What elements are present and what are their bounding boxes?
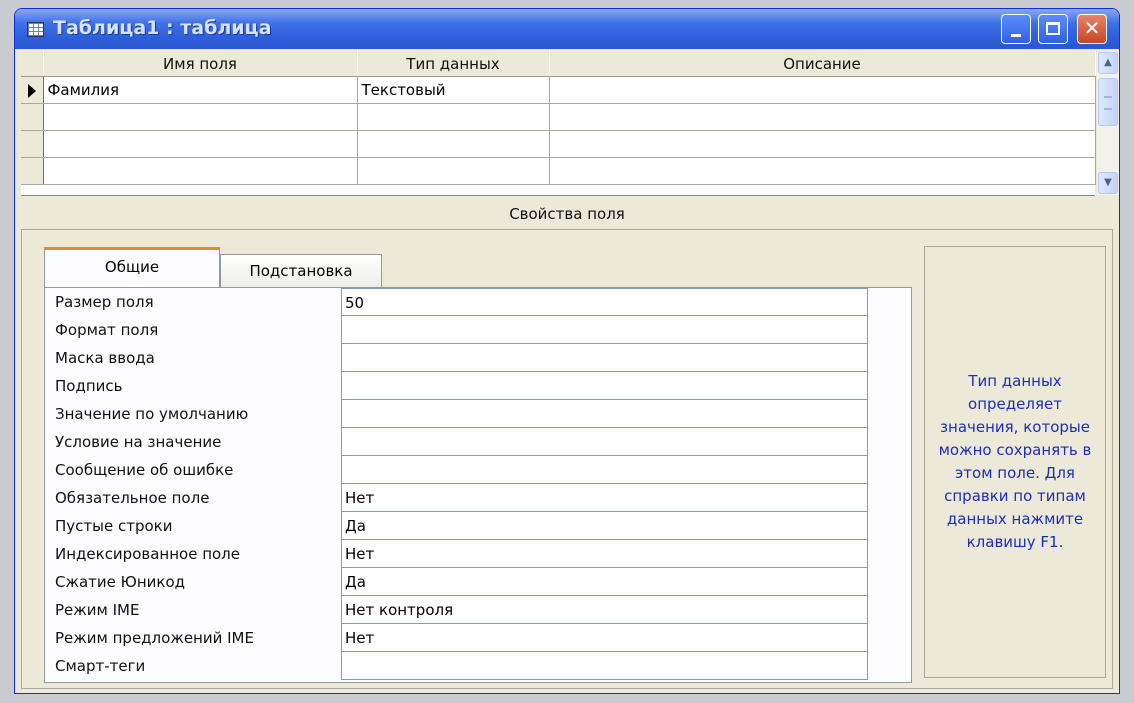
property-value-ime-sentence-mode[interactable]: Нет [341,624,868,652]
property-label: Маска ввода [55,349,155,367]
tab-general[interactable]: Общие [44,247,220,287]
title-bar[interactable]: Таблица1 : таблица ✕ [15,9,1119,49]
column-header-field-name[interactable]: Имя поля [43,51,358,77]
property-label: Формат поля [55,321,159,339]
table-design-window: Таблица1 : таблица ✕ Имя поля Тип данных… [14,8,1120,694]
property-value-smart-tags[interactable] [341,652,868,680]
column-header-description[interactable]: Описание [549,51,1096,77]
property-label: Режим IME [55,601,140,619]
property-value-field-size[interactable]: 50 [341,288,868,316]
property-label: Размер поля [55,293,154,311]
grid-header-row: Имя поля Тип данных Описание [21,51,1096,77]
property-label: Пустые строки [55,517,173,535]
property-label: Сжатие Юникод [55,573,186,591]
close-icon: ✕ [1083,16,1101,40]
grid-vertical-scrollbar[interactable]: ▲ ▼ [1097,51,1119,195]
property-value-allow-zero-length[interactable]: Да [341,512,868,540]
property-label: Обязательное поле [55,489,210,507]
description-cell[interactable] [549,130,1096,158]
grid-corner [21,51,44,77]
property-label: Смарт-теги [55,657,146,675]
chevron-down-icon: ▼ [1104,177,1112,188]
current-row-arrow-icon [27,83,36,98]
scroll-thumb[interactable] [1098,78,1118,126]
help-description-pane: Тип данных определяет значения, которые … [924,246,1106,678]
property-label: Условие на значение [55,433,222,451]
property-label: Сообщение об ошибке [55,461,234,479]
description-cell[interactable] [549,157,1096,185]
table-row[interactable] [21,103,1096,131]
maximize-button[interactable] [1038,14,1068,44]
field-grid: Имя поля Тип данных Описание Фамилия Тек… [21,51,1096,196]
property-value-caption[interactable] [341,372,868,400]
property-value-ime-mode[interactable]: Нет контроля [341,596,868,624]
property-value-required[interactable]: Нет [341,484,868,512]
description-cell[interactable] [549,76,1096,104]
property-label: Значение по умолчанию [55,405,249,423]
row-selector[interactable] [21,157,44,185]
row-selector[interactable] [21,103,44,131]
property-value-format[interactable] [341,316,868,344]
data-type-cell[interactable] [357,157,550,185]
property-label: Подпись [55,377,123,395]
property-value-default[interactable] [341,400,868,428]
property-label: Режим предложений IME [55,629,254,647]
property-value-validation-rule[interactable] [341,428,868,456]
field-properties-panel: Общие Подстановка Размер поля 50 Формат … [21,229,1113,689]
minimize-icon [1011,34,1021,37]
field-name-cell[interactable]: Фамилия [43,76,358,104]
row-selector[interactable] [21,76,44,104]
table-row[interactable]: Фамилия Текстовый [21,76,1096,104]
chevron-up-icon: ▲ [1104,57,1112,68]
tab-lookup[interactable]: Подстановка [220,254,382,290]
field-name-cell[interactable] [43,157,358,185]
data-type-cell[interactable] [357,103,550,131]
help-text: Тип данных определяет значения, которые … [938,372,1092,551]
property-value-indexed[interactable]: Нет [341,540,868,568]
description-cell[interactable] [549,103,1096,131]
window-title: Таблица1 : таблица [53,17,272,39]
minimize-button[interactable] [1001,14,1031,44]
data-type-cell[interactable]: Текстовый [357,76,550,104]
close-button[interactable]: ✕ [1077,14,1107,44]
row-selector[interactable] [21,130,44,158]
scroll-down-button[interactable]: ▼ [1098,172,1118,194]
table-icon [27,22,44,37]
property-value-unicode-compression[interactable]: Да [341,568,868,596]
general-tab-content: Размер поля 50 Формат поля Маска ввода П… [44,287,912,683]
property-value-input-mask[interactable] [341,344,868,372]
property-value-validation-text[interactable] [341,456,868,484]
data-type-cell[interactable] [357,130,550,158]
table-row[interactable] [21,130,1096,158]
table-row[interactable] [21,157,1096,185]
field-name-cell[interactable] [43,103,358,131]
field-name-cell[interactable] [43,130,358,158]
column-header-data-type[interactable]: Тип данных [357,51,550,77]
field-properties-label: Свойства поля [509,205,625,223]
maximize-icon [1046,22,1060,35]
property-label: Индексированное поле [55,545,241,563]
scroll-up-button[interactable]: ▲ [1098,52,1118,74]
